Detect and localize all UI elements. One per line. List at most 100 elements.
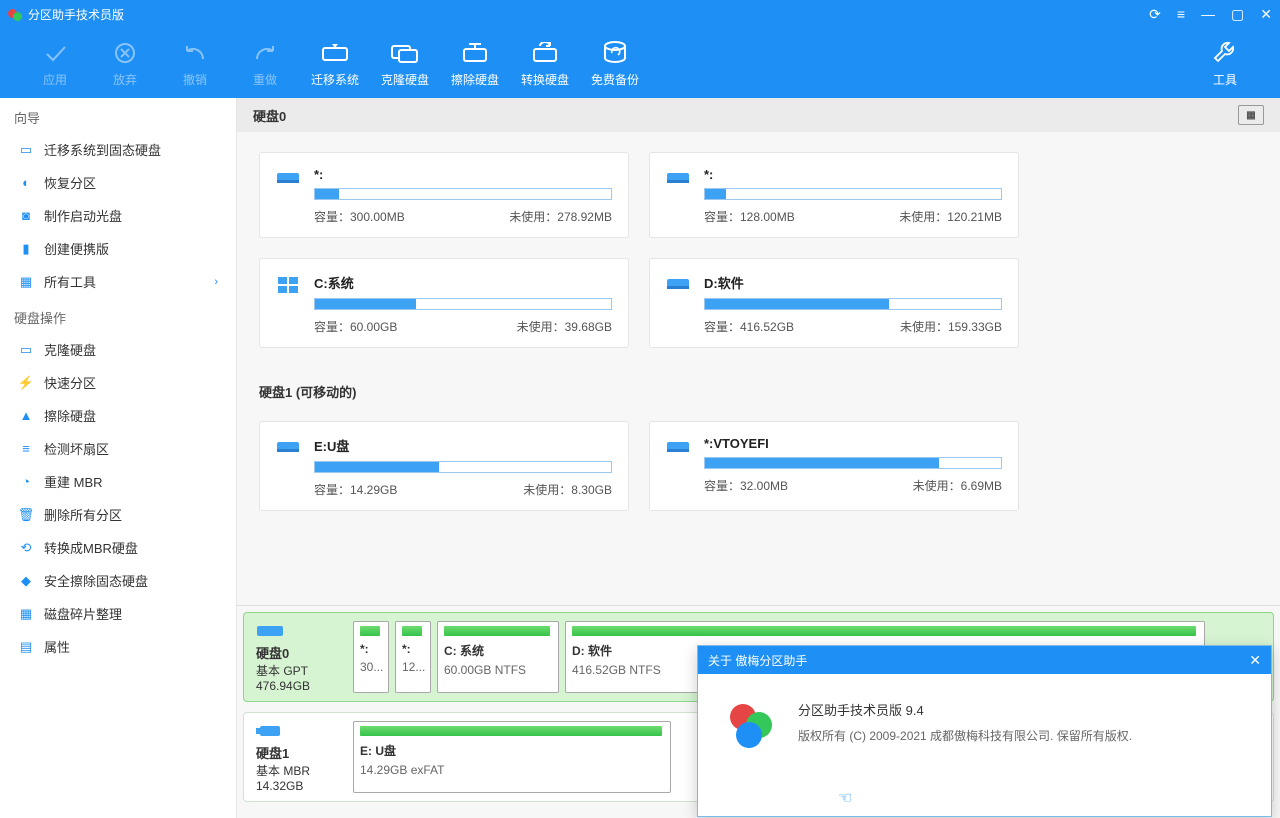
clone-icon: ▭ — [18, 342, 34, 358]
clone-icon — [391, 39, 419, 67]
sidebar-label: 制作启动光盘 — [44, 206, 122, 225]
partition-slab[interactable]: E: U盘14.29GB exFAT — [353, 721, 671, 793]
partition-card[interactable]: *:VTOYEFI容量：32.00MB未使用：6.69MB — [649, 421, 1019, 511]
sidebar-item-tombrmode[interactable]: ⟲转换成MBR硬盘 — [0, 531, 236, 564]
partition-card[interactable]: *:容量：300.00MB未使用：278.92MB — [259, 152, 629, 238]
sidebar-label: 所有工具 — [44, 272, 96, 291]
partition-card[interactable]: *:容量：128.00MB未使用：120.21MB — [649, 152, 1019, 238]
disk0-scheme: 基本 GPT — [256, 662, 347, 679]
sidebar-item-wipe[interactable]: ▲擦除硬盘 — [0, 399, 236, 432]
apply-button[interactable]: 应用 — [20, 39, 90, 88]
slab-name: *: — [360, 642, 380, 656]
sidebar-label: 创建便携版 — [44, 239, 109, 258]
backup-button[interactable]: 免费备份 — [580, 39, 650, 88]
redo-button[interactable]: 重做 — [230, 39, 300, 88]
sidebar-item-props[interactable]: ▤属性 — [0, 630, 236, 663]
drive-icon — [276, 275, 300, 293]
sidebar-item-mbr[interactable]: ◔重建 MBR — [0, 465, 236, 498]
sidebar-item-alltools[interactable]: ▦所有工具› — [0, 265, 236, 298]
minimize-icon[interactable]: — — [1201, 6, 1215, 23]
menu-icon[interactable]: ≡ — [1177, 6, 1185, 23]
free: 未使用：8.30GB — [523, 481, 612, 498]
convert-icon — [531, 39, 559, 67]
wrench-icon — [1211, 39, 1239, 67]
about-name: 分区助手技术员版 9.4 — [798, 700, 1132, 719]
clone-button[interactable]: 克隆硬盘 — [370, 39, 440, 88]
sidebar-item-portable[interactable]: ▮创建便携版 — [0, 232, 236, 265]
partition-card[interactable]: D:软件容量：416.52GB未使用：159.33GB — [649, 258, 1019, 348]
convert-button[interactable]: 转换硬盘 — [510, 39, 580, 88]
partition-slab[interactable]: *:30... — [353, 621, 389, 693]
sidebar-label: 恢复分区 — [44, 173, 96, 192]
app-logo-icon — [8, 7, 22, 21]
free: 未使用：39.68GB — [517, 318, 612, 335]
undo-icon — [181, 39, 209, 67]
disk-icon — [256, 623, 284, 639]
refresh-icon[interactable]: ⟳ — [1149, 6, 1161, 23]
sidebar-item-quickpart[interactable]: ⚡快速分区 — [0, 366, 236, 399]
eraser-icon: ▲ — [18, 408, 34, 424]
usage-bar — [314, 298, 612, 310]
disk0-size: 476.94GB — [256, 679, 347, 693]
migrate-button[interactable]: 迁移系统 — [300, 39, 370, 88]
capacity: 容量：14.29GB — [314, 481, 397, 498]
wipe-label: 擦除硬盘 — [451, 71, 499, 88]
capacity: 容量：416.52GB — [704, 318, 794, 335]
partition-name: E:U盘 — [314, 436, 612, 455]
sidebar: 向导 ▭迁移系统到固态硬盘 ◐恢复分区 ◙制作启动光盘 ▮创建便携版 ▦所有工具… — [0, 98, 237, 818]
drive-icon — [276, 438, 300, 456]
recover-icon: ◐ — [18, 175, 34, 191]
slab-size: 60.00GB NTFS — [444, 663, 550, 677]
view-toggle-button[interactable]: ▦ — [1238, 105, 1264, 125]
sidebar-label: 删除所有分区 — [44, 505, 122, 524]
free: 未使用：159.33GB — [900, 318, 1002, 335]
partition-slab[interactable]: C: 系统60.00GB NTFS — [437, 621, 559, 693]
convert-icon: ⟲ — [18, 540, 34, 556]
sidebar-item-deleteall[interactable]: 🗑删除所有分区 — [0, 498, 236, 531]
about-titlebar: 关于 傲梅分区助手 ✕ — [698, 646, 1271, 674]
app-title: 分区助手技术员版 — [28, 6, 124, 23]
backup-label: 免费备份 — [591, 71, 639, 88]
sidebar-label: 属性 — [44, 637, 70, 656]
sidebar-item-clone[interactable]: ▭克隆硬盘 — [0, 333, 236, 366]
disk0-label: 硬盘0 — [253, 106, 286, 125]
sidebar-label: 检测坏扇区 — [44, 439, 109, 458]
partition-slab[interactable]: *:12... — [395, 621, 431, 693]
undo-button[interactable]: 撤销 — [160, 39, 230, 88]
drive-icon — [666, 438, 690, 456]
convert-label: 转换硬盘 — [521, 71, 569, 88]
about-copyright: 版权所有 (C) 2009-2021 成都傲梅科技有限公司. 保留所有版权. — [798, 727, 1132, 744]
mbr-icon: ◔ — [18, 474, 34, 490]
about-close-icon[interactable]: ✕ — [1249, 652, 1261, 669]
sidebar-item-badsector[interactable]: ≡ 检测坏扇区 — [0, 432, 236, 465]
partition-name: *:VTOYEFI — [704, 436, 1002, 451]
sidebar-item-recover[interactable]: ◐ 恢复分区 — [0, 166, 236, 199]
sidebar-item-secwipe[interactable]: ◆安全擦除固态硬盘 — [0, 564, 236, 597]
tools-button[interactable]: 工具 — [1190, 39, 1260, 88]
redo-label: 重做 — [253, 71, 277, 88]
usage-bar — [704, 457, 1002, 469]
maximize-icon[interactable]: ▢ — [1231, 6, 1244, 23]
scan-icon: ≡ — [18, 441, 34, 457]
capacity: 容量：60.00GB — [314, 318, 397, 335]
about-logo-icon — [728, 700, 776, 748]
slab-size: 12... — [402, 660, 422, 674]
sidebar-label: 快速分区 — [44, 373, 96, 392]
disk0-title: 硬盘0 ▦ — [237, 98, 1280, 132]
redo-icon — [251, 39, 279, 67]
partition-card[interactable]: C:系统容量：60.00GB 未使用：39.68GB — [259, 258, 629, 348]
sidebar-item-defrag[interactable]: ▦磁盘碎片整理 — [0, 597, 236, 630]
sidebar-item-migrate-ssd[interactable]: ▭ 迁移系统到固态硬盘 — [0, 133, 236, 166]
disk0-cards: *:容量：300.00MB未使用：278.92MB*:容量：128.00MB未使… — [237, 132, 1280, 358]
ssd-icon: ▭ — [18, 142, 34, 158]
close-icon[interactable]: ✕ — [1260, 6, 1272, 23]
partition-name: C:系统 — [314, 273, 612, 292]
cancel-icon — [111, 39, 139, 67]
clone-label: 克隆硬盘 — [381, 71, 429, 88]
sidebar-label: 迁移系统到固态硬盘 — [44, 140, 161, 159]
wipe-button[interactable]: 擦除硬盘 — [440, 39, 510, 88]
usage-bar — [314, 461, 612, 473]
partition-card[interactable]: E:U盘容量：14.29GB 未使用：8.30GB — [259, 421, 629, 511]
discard-button[interactable]: 放弃 — [90, 39, 160, 88]
sidebar-item-bootdisk[interactable]: ◙制作启动光盘 — [0, 199, 236, 232]
